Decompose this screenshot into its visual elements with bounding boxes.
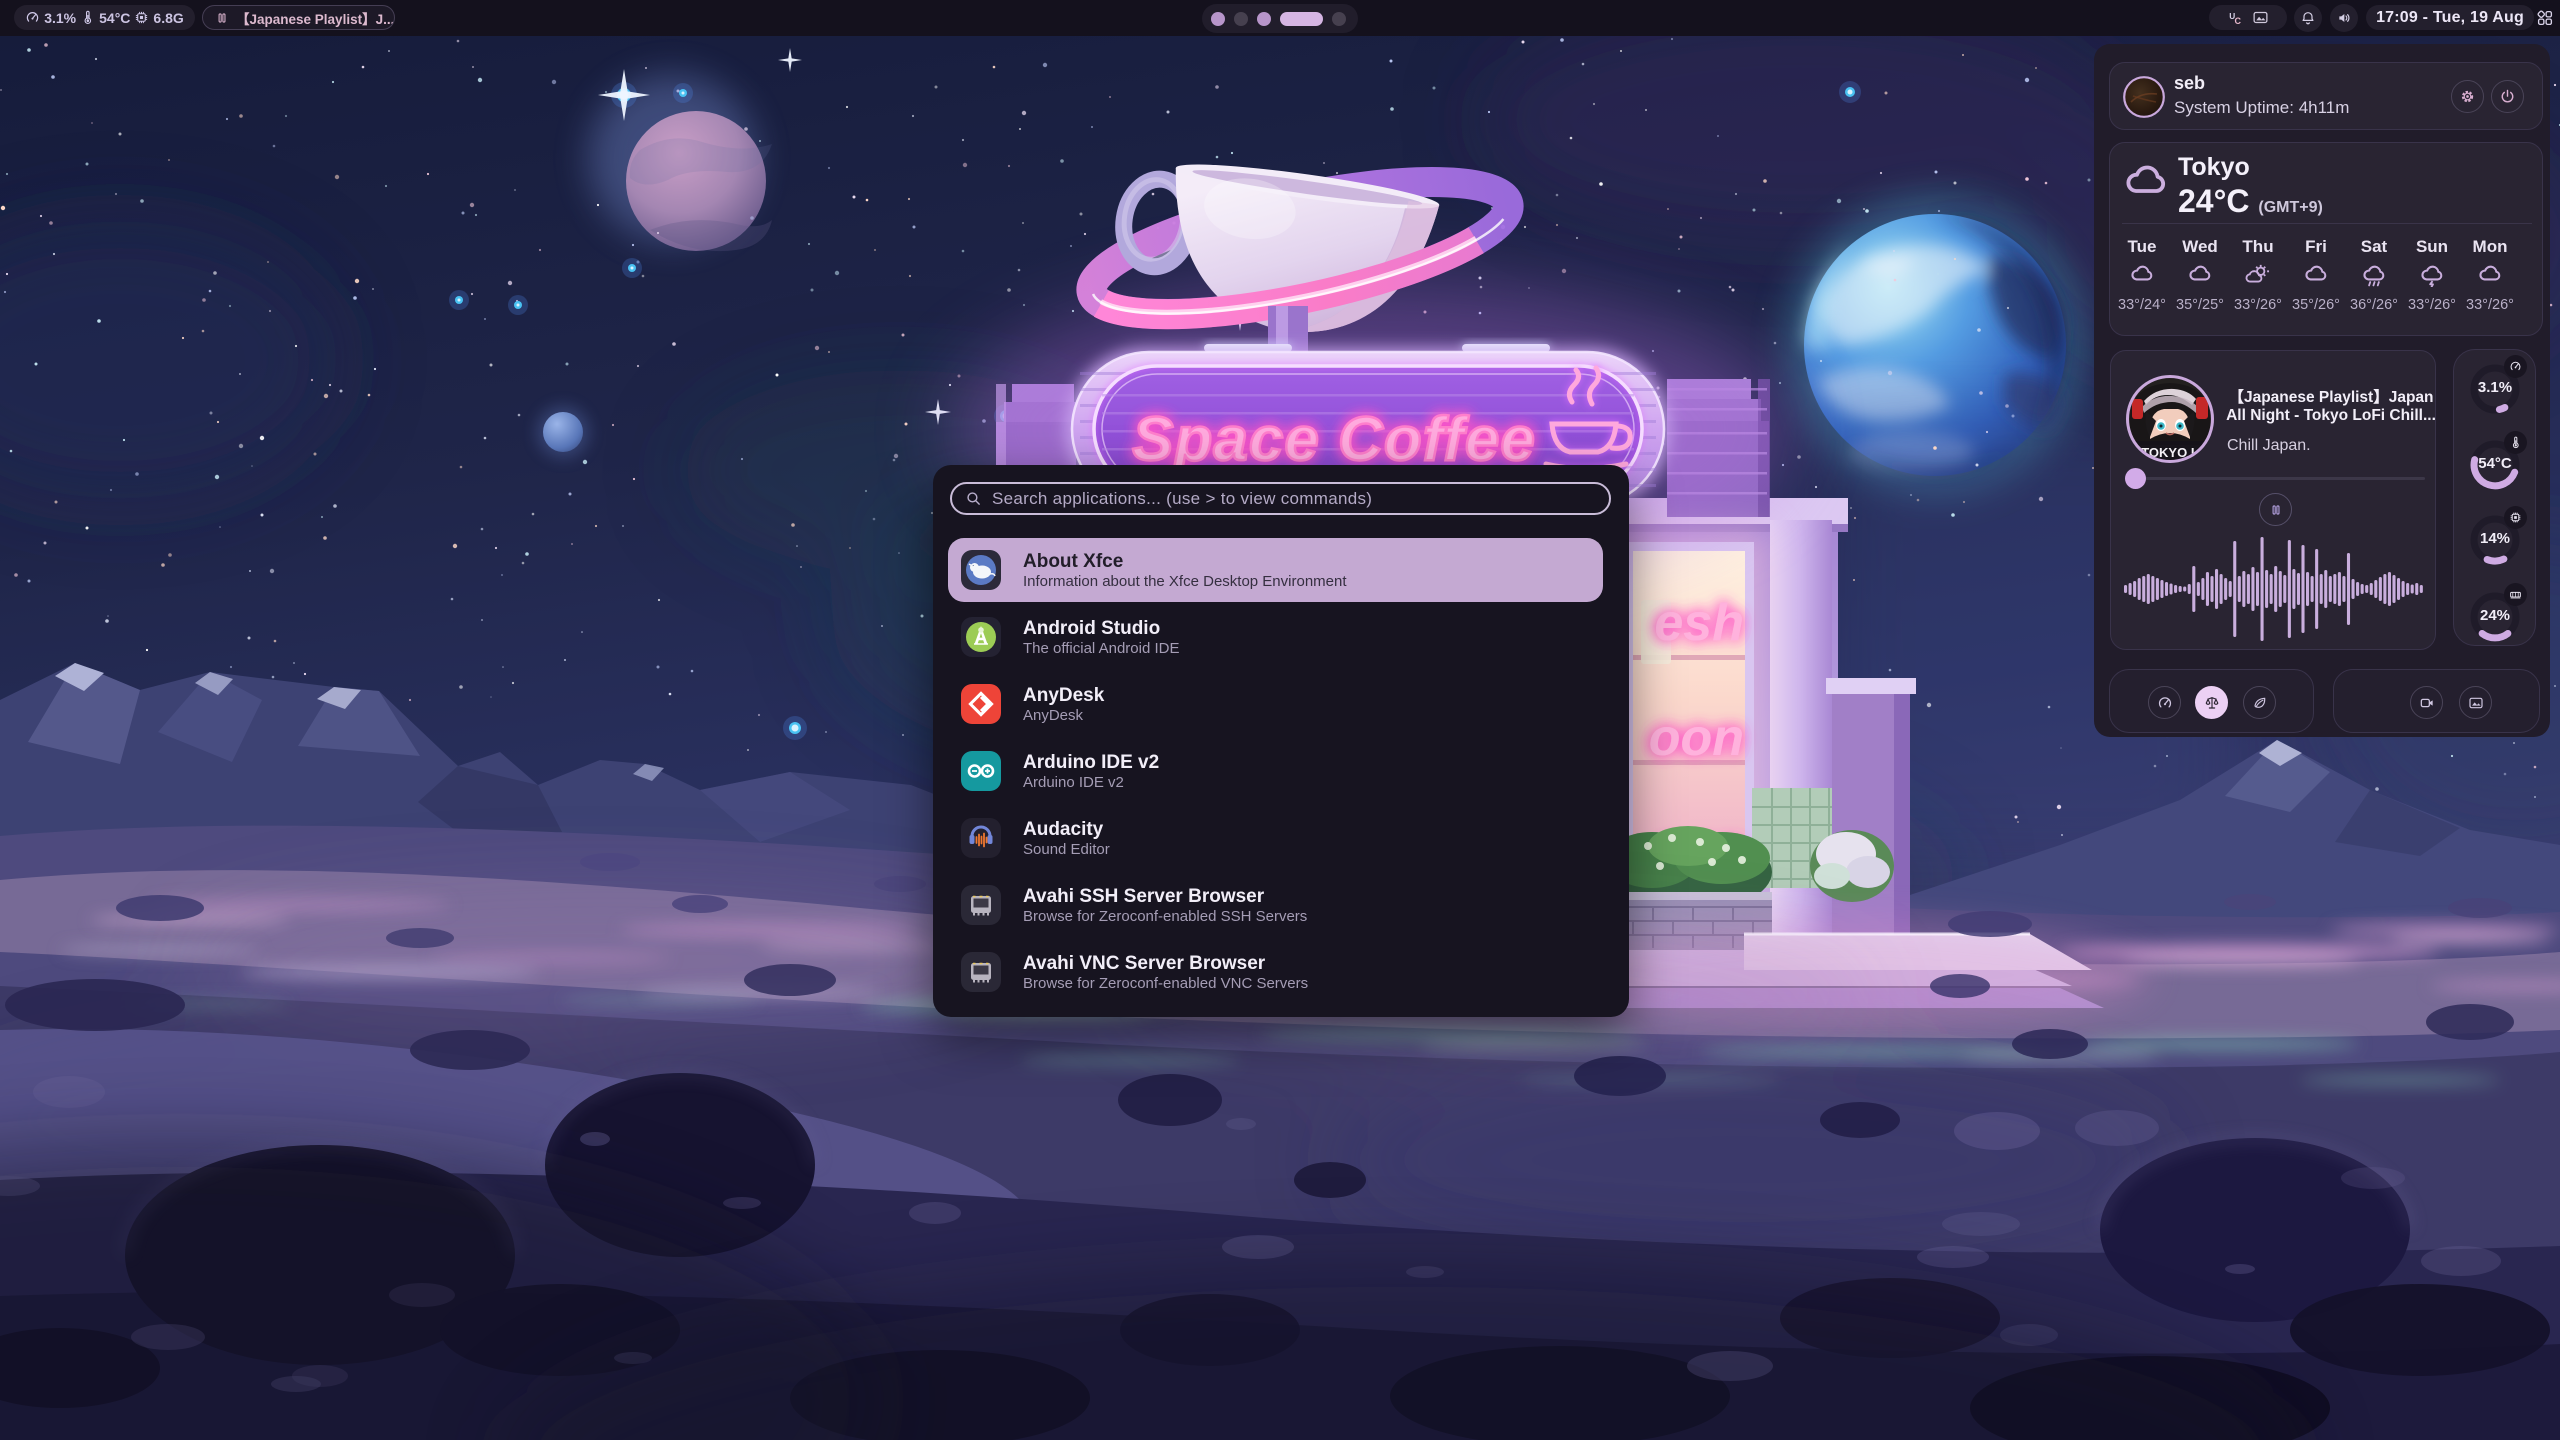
svg-text:oon: oon xyxy=(1649,709,1744,767)
svg-text:esh: esh xyxy=(1654,594,1744,652)
svg-text:Space Coffee: Space Coffee xyxy=(1132,405,1536,474)
svg-text:C: C xyxy=(2235,16,2242,26)
